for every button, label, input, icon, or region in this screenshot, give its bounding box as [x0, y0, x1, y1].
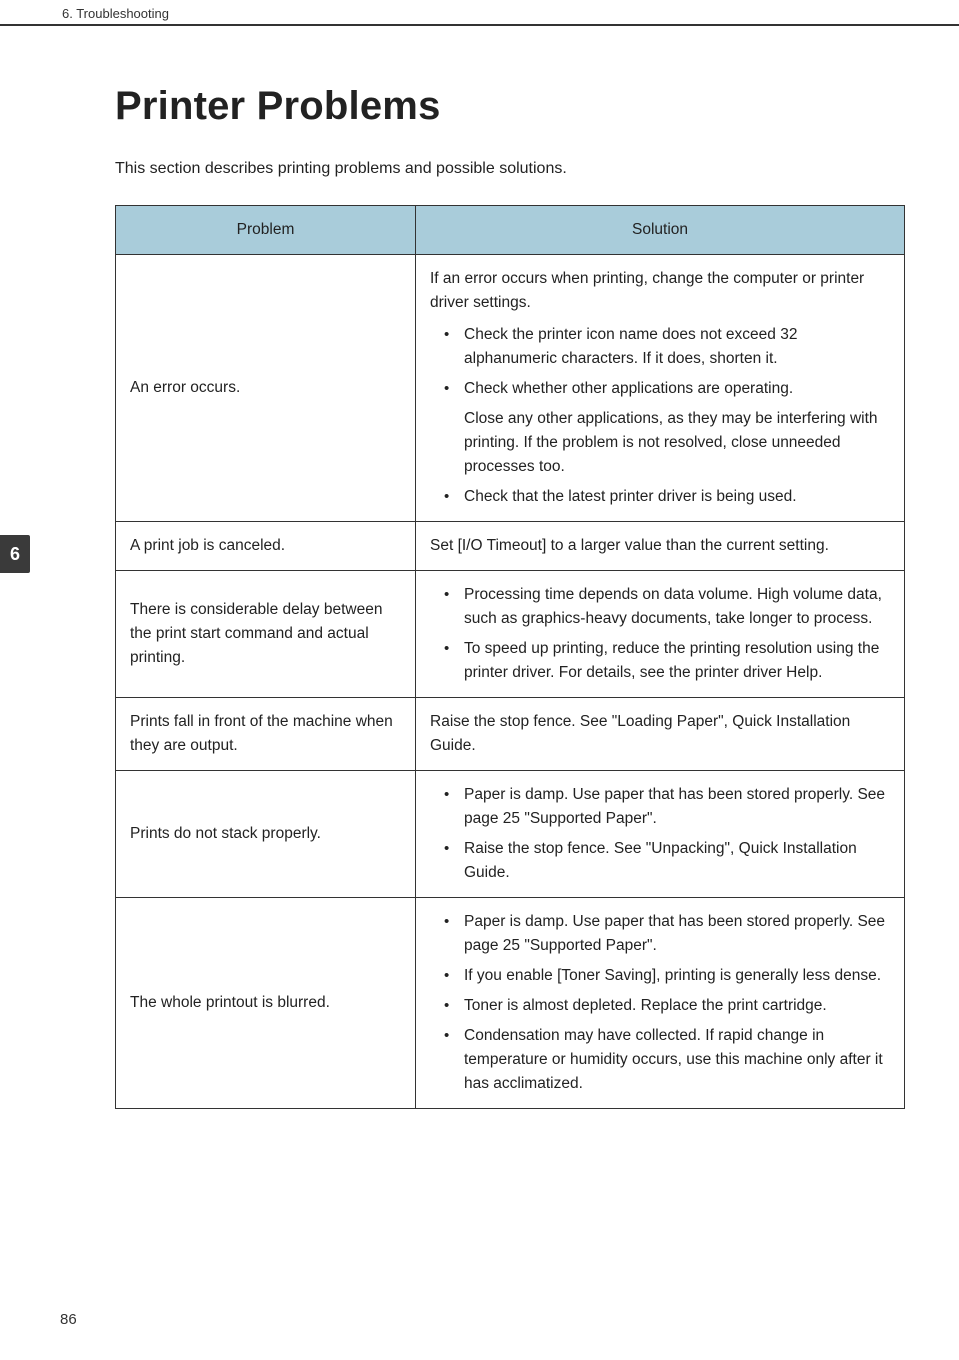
- list-item-text: Processing time depends on data volume. …: [464, 586, 882, 627]
- list-item: Check whether other applications are ope…: [450, 377, 890, 479]
- bullet-list: Paper is damp. Use paper that has been s…: [430, 910, 890, 1096]
- solution-cell: If an error occurs when printing, change…: [416, 255, 905, 522]
- list-item: Raise the stop fence. See "Unpacking", Q…: [450, 837, 890, 885]
- table-row: A print job is canceled. Set [I/O Timeou…: [116, 522, 905, 571]
- col-header-solution: Solution: [416, 206, 905, 255]
- solution-cell: Paper is damp. Use paper that has been s…: [416, 771, 905, 898]
- list-item-text: Paper is damp. Use paper that has been s…: [464, 913, 885, 954]
- list-item: To speed up printing, reduce the printin…: [450, 637, 890, 685]
- header-rule: [0, 24, 959, 26]
- list-item-text: Condensation may have collected. If rapi…: [464, 1027, 883, 1092]
- table-row: An error occurs. If an error occurs when…: [116, 255, 905, 522]
- intro-text: This section describes printing problems…: [115, 157, 905, 181]
- problem-cell: An error occurs.: [116, 255, 416, 522]
- col-header-problem: Problem: [116, 206, 416, 255]
- problem-cell: There is considerable delay between the …: [116, 571, 416, 698]
- page-number: 86: [60, 1311, 77, 1328]
- table-row: Prints fall in front of the machine when…: [116, 698, 905, 771]
- solution-pretext: If an error occurs when printing, change…: [430, 267, 890, 315]
- list-item-text: Check whether other applications are ope…: [464, 380, 793, 397]
- list-item-text: Raise the stop fence. See "Unpacking", Q…: [464, 840, 857, 881]
- list-item-subtext: Close any other applications, as they ma…: [464, 407, 890, 479]
- list-item: Condensation may have collected. If rapi…: [450, 1024, 890, 1096]
- list-item-text: Toner is almost depleted. Replace the pr…: [464, 997, 827, 1014]
- running-head: 6. Troubleshooting: [62, 6, 169, 21]
- problem-cell: The whole printout is blurred.: [116, 898, 416, 1109]
- table-row: The whole printout is blurred. Paper is …: [116, 898, 905, 1109]
- problem-cell: A print job is canceled.: [116, 522, 416, 571]
- table-row: Prints do not stack properly. Paper is d…: [116, 771, 905, 898]
- list-item: Check the printer icon name does not exc…: [450, 323, 890, 371]
- content-area: Printer Problems This section describes …: [115, 84, 905, 1109]
- chapter-side-tab: 6: [0, 535, 30, 573]
- list-item-text: Check the printer icon name does not exc…: [464, 326, 797, 367]
- troubleshooting-table: Problem Solution An error occurs. If an …: [115, 205, 905, 1109]
- problem-cell: Prints do not stack properly.: [116, 771, 416, 898]
- bullet-list: Processing time depends on data volume. …: [430, 583, 890, 685]
- solution-cell: Set [I/O Timeout] to a larger value than…: [416, 522, 905, 571]
- list-item: Processing time depends on data volume. …: [450, 583, 890, 631]
- list-item: Check that the latest printer driver is …: [450, 485, 890, 509]
- list-item-text: Check that the latest printer driver is …: [464, 488, 797, 505]
- list-item: Toner is almost depleted. Replace the pr…: [450, 994, 890, 1018]
- list-item: Paper is damp. Use paper that has been s…: [450, 783, 890, 831]
- bullet-list: Check the printer icon name does not exc…: [430, 323, 890, 509]
- list-item-text: If you enable [Toner Saving], printing i…: [464, 967, 881, 984]
- table-row: There is considerable delay between the …: [116, 571, 905, 698]
- list-item-text: To speed up printing, reduce the printin…: [464, 640, 879, 681]
- solution-cell: Raise the stop fence. See "Loading Paper…: [416, 698, 905, 771]
- list-item: If you enable [Toner Saving], printing i…: [450, 964, 890, 988]
- page: 6. Troubleshooting 6 Printer Problems Th…: [0, 0, 959, 1360]
- solution-cell: Processing time depends on data volume. …: [416, 571, 905, 698]
- bullet-list: Paper is damp. Use paper that has been s…: [430, 783, 890, 885]
- list-item-text: Paper is damp. Use paper that has been s…: [464, 786, 885, 827]
- list-item: Paper is damp. Use paper that has been s…: [450, 910, 890, 958]
- solution-cell: Paper is damp. Use paper that has been s…: [416, 898, 905, 1109]
- problem-cell: Prints fall in front of the machine when…: [116, 698, 416, 771]
- page-title: Printer Problems: [115, 84, 905, 129]
- table-header-row: Problem Solution: [116, 206, 905, 255]
